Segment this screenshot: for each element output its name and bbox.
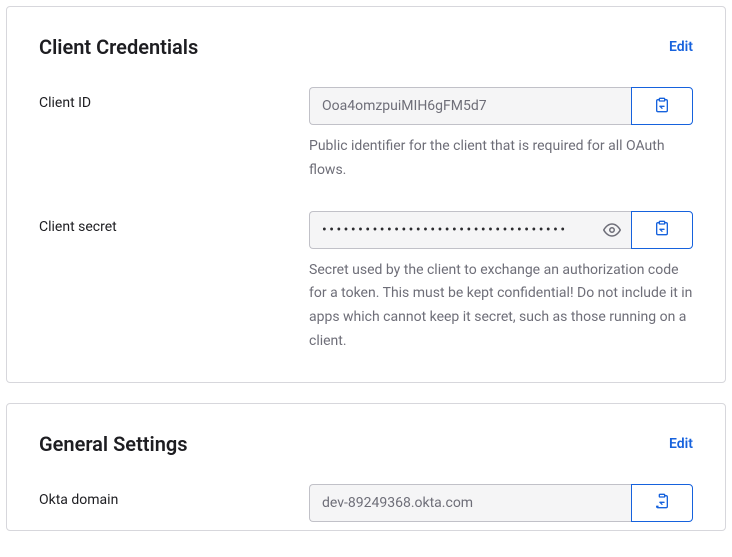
client-secret-masked: •••••••••••••••••••••••••••••••••• <box>322 222 568 238</box>
okta-domain-input-group: dev-89249368.okta.com <box>309 484 693 522</box>
client-secret-label: Client secret <box>39 211 309 235</box>
edit-client-credentials-button[interactable]: Edit <box>669 39 693 55</box>
client-secret-content: •••••••••••••••••••••••••••••••••• <box>309 211 693 354</box>
client-secret-row: Client secret ••••••••••••••••••••••••••… <box>39 211 693 354</box>
card-header: General Settings Edit <box>39 432 693 456</box>
okta-domain-value[interactable]: dev-89249368.okta.com <box>309 484 631 522</box>
eye-icon[interactable] <box>603 221 621 239</box>
card-header: Client Credentials Edit <box>39 35 693 59</box>
client-id-label: Client ID <box>39 87 309 111</box>
client-id-help: Public identifier for the client that is… <box>309 135 693 183</box>
copy-client-id-button[interactable] <box>631 87 693 125</box>
client-secret-value[interactable]: •••••••••••••••••••••••••••••••••• <box>309 211 631 249</box>
copy-okta-domain-button[interactable] <box>631 484 693 522</box>
edit-general-settings-button[interactable]: Edit <box>669 436 693 452</box>
clipboard-icon <box>654 97 670 116</box>
clipboard-icon <box>654 493 670 512</box>
okta-domain-label: Okta domain <box>39 484 309 508</box>
clipboard-icon <box>654 220 670 239</box>
client-id-value[interactable]: Ooa4omzpuiMIH6gFM5d7 <box>309 87 631 125</box>
client-credentials-title: Client Credentials <box>39 35 198 59</box>
okta-domain-row: Okta domain dev-89249368.okta.com <box>39 484 693 522</box>
client-secret-input-group: •••••••••••••••••••••••••••••••••• <box>309 211 693 249</box>
client-id-input-group: Ooa4omzpuiMIH6gFM5d7 <box>309 87 693 125</box>
okta-domain-content: dev-89249368.okta.com <box>309 484 693 522</box>
client-secret-help: Secret used by the client to exchange an… <box>309 259 693 354</box>
general-settings-title: General Settings <box>39 432 188 456</box>
general-settings-card: General Settings Edit Okta domain dev-89… <box>6 403 726 531</box>
client-id-row: Client ID Ooa4omzpuiMIH6gFM5d7 Public id… <box>39 87 693 183</box>
client-credentials-card: Client Credentials Edit Client ID Ooa4om… <box>6 6 726 383</box>
copy-client-secret-button[interactable] <box>631 211 693 249</box>
client-id-content: Ooa4omzpuiMIH6gFM5d7 Public identifier f… <box>309 87 693 183</box>
